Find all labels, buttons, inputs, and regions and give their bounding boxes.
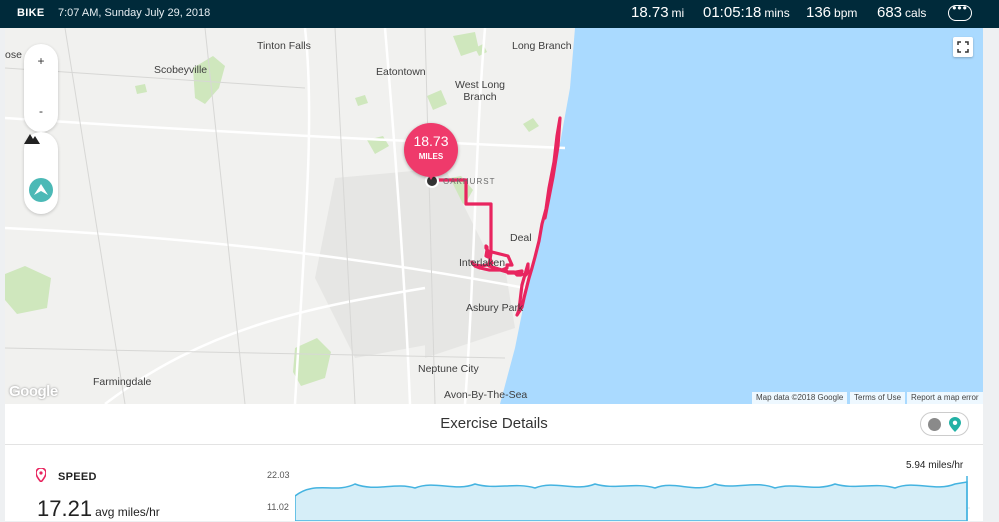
average-speed: 17.21 avg miles/hr xyxy=(37,496,160,522)
average-speed-value: 17.21 xyxy=(37,496,93,521)
activity-header: BIKE 7:07 AM, Sunday July 29, 2018 18.73… xyxy=(0,0,999,28)
heart-rate-unit: bpm xyxy=(834,6,858,20)
zoom-in-button[interactable]: + xyxy=(24,54,58,68)
marker-tail xyxy=(426,172,436,180)
duration-stat: 01:05:18 mins xyxy=(703,4,790,21)
place-eatontown: Eatontown xyxy=(376,66,426,78)
map-type-control xyxy=(24,132,58,214)
place-neptune-city: Neptune City xyxy=(418,363,479,375)
zoom-control: + - xyxy=(24,44,58,132)
place-scobeyville: Scobeyville xyxy=(154,64,208,76)
y-axis-max: 22.03 xyxy=(267,470,290,480)
marker-distance-label: MILES xyxy=(418,152,444,161)
duration-value: 01:05:18 xyxy=(703,4,762,21)
google-logo: Google xyxy=(9,383,58,400)
terrain-icon[interactable] xyxy=(24,132,40,144)
terms-of-use-link[interactable]: Terms of Use xyxy=(850,392,906,404)
place-interlaken: Interlaken xyxy=(459,257,506,269)
place-long-branch: Long Branch xyxy=(512,40,572,52)
calories-value: 683 xyxy=(877,4,903,21)
speed-label: SPEED xyxy=(58,471,97,483)
map-data-attribution: Map data ©2018 Google xyxy=(752,392,848,404)
y-axis-mid: 11.02 xyxy=(267,502,289,512)
place-west-long-branch: West Long Branch xyxy=(455,79,506,103)
place-oakhurst: OAKHURST xyxy=(443,177,496,186)
marker-distance-value: 18.73 xyxy=(413,133,449,149)
exercise-details-panel: Exercise Details SPEED 17.21 avg miles/hr… xyxy=(5,404,983,521)
place-asbury-park: Asbury Park xyxy=(466,302,524,314)
report-map-error-link[interactable]: Report a map error xyxy=(907,392,983,404)
speed-location-icon xyxy=(36,468,46,482)
activity-type: BIKE xyxy=(17,7,45,19)
place-ose: ose xyxy=(5,49,22,61)
average-speed-unit: avg miles/hr xyxy=(95,505,160,519)
heart-rate-value: 136 xyxy=(806,4,832,21)
ellipsis-icon: ••• xyxy=(952,1,968,15)
place-farmingdale: Farmingdale xyxy=(93,376,152,388)
route-view-button[interactable] xyxy=(29,178,53,202)
speed-area xyxy=(295,481,968,521)
calories-stat: 683 cals xyxy=(877,4,926,21)
zoom-out-button[interactable]: - xyxy=(24,104,58,118)
ocean xyxy=(500,28,983,404)
location-pin-icon[interactable] xyxy=(949,417,961,432)
speed-chart[interactable] xyxy=(295,472,970,521)
route-map[interactable]: Tinton Falls Long Branch ose Scobeyville… xyxy=(5,28,983,404)
exercise-details-title: Exercise Details xyxy=(440,415,548,432)
heart-rate-stat: 136 bpm xyxy=(806,4,857,21)
distance-marker: 18.73 MILES xyxy=(404,123,458,180)
calories-unit: cals xyxy=(905,6,927,20)
duration-unit: mins xyxy=(764,6,790,20)
speed-peak-label: 5.94 miles/hr xyxy=(906,460,964,471)
place-avon-by-the-sea: Avon-By-The-Sea xyxy=(444,389,528,401)
chart-view-toggle[interactable] xyxy=(920,412,969,436)
place-tinton-falls: Tinton Falls xyxy=(257,40,311,52)
fullscreen-icon xyxy=(957,41,969,53)
activity-datetime: 7:07 AM, Sunday July 29, 2018 xyxy=(58,7,211,19)
clock-icon[interactable] xyxy=(928,418,941,431)
more-options-button[interactable]: ••• xyxy=(948,1,972,21)
distance-unit: mi xyxy=(671,6,685,20)
place-deal: Deal xyxy=(510,232,532,244)
fullscreen-button[interactable] xyxy=(953,37,973,57)
navigation-icon xyxy=(34,184,48,195)
distance-value: 18.73 xyxy=(631,4,669,21)
details-divider xyxy=(5,444,983,445)
distance-stat: 18.73 mi xyxy=(631,4,684,21)
